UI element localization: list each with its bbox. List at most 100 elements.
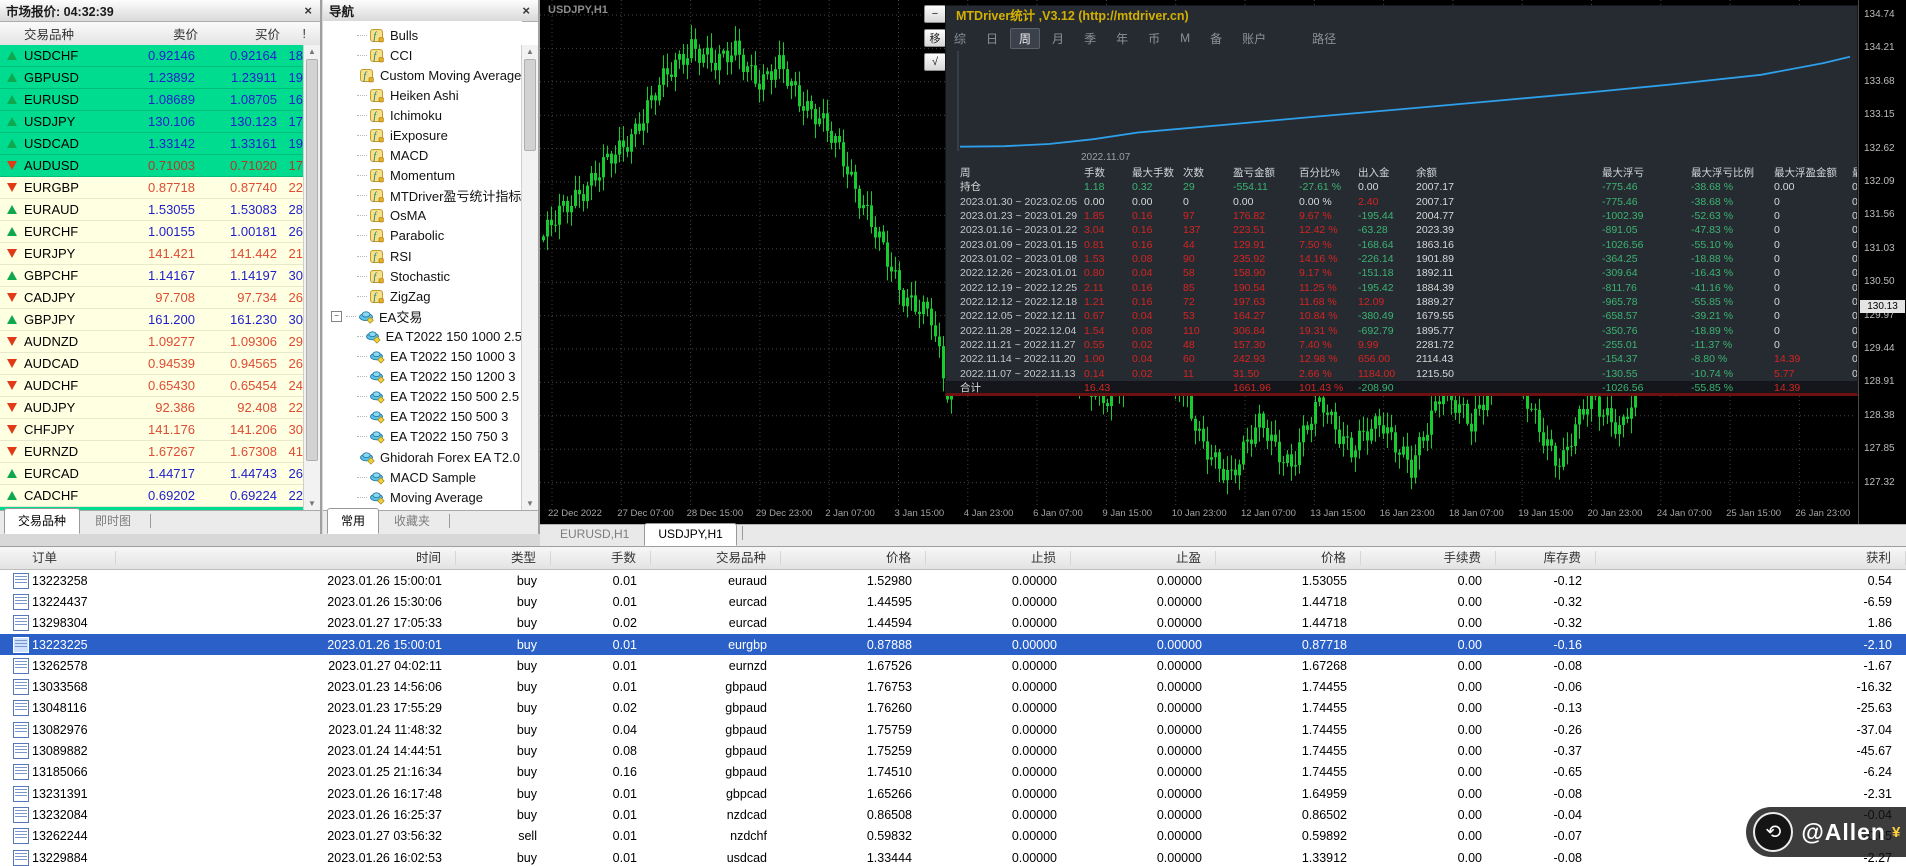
stats-menu-item[interactable]: 综 [946, 29, 974, 48]
scroll-thumb[interactable] [306, 59, 318, 461]
market-watch-row[interactable]: AUDNZD 1.09277 1.09306 29 [0, 331, 304, 353]
market-watch-scrollbar[interactable]: ▲ ▼ [303, 45, 320, 510]
market-watch-row[interactable]: AUDCAD 0.94539 0.94565 26 [0, 353, 304, 375]
order-row[interactable]: 131850662023.01.25 21:16:34buy0.16gbpaud… [0, 762, 1906, 783]
navigator-item[interactable]: f ZigZag [323, 286, 522, 306]
order-row[interactable]: 130898822023.01.24 14:44:51buy0.08gbpaud… [0, 740, 1906, 761]
orders-column-header[interactable]: 库存费 [1496, 551, 1596, 565]
navigator-item[interactable]: EA T2022 150 500 2.5 [323, 387, 522, 407]
navigator-item[interactable]: f Heiken Ashi [323, 85, 522, 105]
stats-menu-item[interactable]: M [1172, 30, 1198, 46]
scroll-up-icon[interactable]: ▲ [522, 47, 538, 56]
navigator-item[interactable]: f iExposure [323, 125, 522, 145]
market-watch-row[interactable]: CADCHF 0.69202 0.69224 22 [0, 485, 304, 507]
mtdriver-stats-panel[interactable]: MTDriver统计 ,V3.12 (http://mtdriver.cn) 综… [945, 5, 1858, 396]
navigator-scrollbar[interactable]: ▲ ▼ [521, 45, 538, 510]
navigator-item[interactable]: − EA交易 [323, 306, 522, 326]
navigator-item[interactable]: f Custom Moving Averages [323, 65, 522, 85]
stats-menu-item[interactable]: 币 [1140, 29, 1168, 48]
market-watch-row[interactable]: EURNZD 1.67267 1.67308 41 [0, 441, 304, 463]
navigator-item[interactable]: EA T2022 150 1200 3 [323, 367, 522, 387]
orders-column-header[interactable]: 手数 [551, 551, 651, 565]
order-row[interactable]: 132232252023.01.26 15:00:01buy0.01eurgbp… [0, 634, 1906, 655]
orders-column-header[interactable]: 获利 [1596, 551, 1906, 565]
stats-menu-item[interactable]: 月 [1044, 29, 1072, 48]
scroll-down-icon[interactable]: ▼ [522, 499, 538, 508]
chart-tab-USDJPY,H1[interactable]: USDJPY,H1 [644, 523, 736, 546]
close-icon[interactable]: × [302, 3, 314, 18]
column-spread[interactable]: ! [280, 27, 306, 41]
collapse-icon[interactable]: − [331, 311, 342, 322]
navigator-item[interactable]: f RSI [323, 246, 522, 266]
column-ask[interactable]: 买价 [198, 24, 280, 43]
market-watch-row[interactable]: CADJPY 97.708 97.734 26 [0, 287, 304, 309]
orders-column-header[interactable]: 类型 [456, 551, 551, 565]
order-row[interactable]: 130829762023.01.24 11:48:32buy0.04gbpaud… [0, 719, 1906, 740]
chart-button-minimize[interactable]: − [924, 5, 946, 23]
order-row[interactable]: 130335682023.01.23 14:56:06buy0.01gbpaud… [0, 676, 1906, 697]
navigator-item[interactable]: EA T2022 150 500 3 [323, 407, 522, 427]
market-watch-row[interactable]: GBPUSD 1.23892 1.23911 19 [0, 67, 304, 89]
tab-交易品种[interactable]: 交易品种 [4, 508, 80, 534]
market-watch-row[interactable]: EURUSD 1.08689 1.08705 16 [0, 89, 304, 111]
market-watch-row[interactable]: EURGBP 0.87718 0.87740 22 [0, 177, 304, 199]
market-watch-row[interactable]: GBPJPY 161.200 161.230 30 [0, 309, 304, 331]
order-row[interactable]: 132622442023.01.27 03:56:32sell0.01nzdch… [0, 826, 1906, 847]
orders-column-header[interactable]: 手续费 [1361, 551, 1496, 565]
market-watch-row[interactable]: EURCHF 1.00155 1.00181 26 [0, 221, 304, 243]
navigator-item[interactable]: f OsMA [323, 206, 522, 226]
orders-column-header[interactable]: 价格 [781, 551, 926, 565]
navigator-item[interactable]: EA T2022 150 750 3 [323, 427, 522, 447]
order-row[interactable]: 130481162023.01.23 17:55:29buy0.02gbpaud… [0, 698, 1906, 719]
navigator-item[interactable]: f Ichimoku [323, 105, 522, 125]
tab-即时图[interactable]: 即时图 [81, 508, 145, 534]
scroll-down-icon[interactable]: ▼ [304, 499, 320, 508]
market-watch-row[interactable]: AUDUSD 0.71003 0.71020 17 [0, 155, 304, 177]
market-watch-row[interactable]: USDJPY 130.106 130.123 17 [0, 111, 304, 133]
close-icon[interactable]: × [520, 3, 532, 18]
market-watch-row[interactable]: CHFJPY 141.176 141.206 30 [0, 419, 304, 441]
navigator-item[interactable]: EA T2022 150 1000 3 [323, 347, 522, 367]
order-row[interactable]: 132232582023.01.26 15:00:01buy0.01euraud… [0, 570, 1906, 591]
orders-column-header[interactable]: 止盈 [1071, 551, 1216, 565]
orders-column-header[interactable]: 止损 [926, 551, 1071, 565]
order-row[interactable]: 132298842023.01.26 16:02:53buy0.01usdcad… [0, 847, 1906, 866]
stats-menu-item[interactable]: 季 [1076, 29, 1104, 48]
navigator-item[interactable]: f Parabolic [323, 226, 522, 246]
market-watch-row[interactable]: AUDJPY 92.386 92.408 22 [0, 397, 304, 419]
order-row[interactable]: 132244372023.01.26 15:30:06buy0.01eurcad… [0, 591, 1906, 612]
scroll-thumb[interactable] [524, 59, 536, 151]
column-bid[interactable]: 卖价 [104, 24, 198, 43]
orders-column-header[interactable]: 订单 [26, 551, 116, 565]
stats-menu-item[interactable]: 日 [978, 29, 1006, 48]
navigator-item[interactable]: f CCI [323, 45, 522, 65]
order-row[interactable]: 132313912023.01.26 16:17:48buy0.01gbpcad… [0, 783, 1906, 804]
market-watch-row[interactable]: AUDCHF 0.65430 0.65454 24 [0, 375, 304, 397]
market-watch-row[interactable]: USDCAD 1.33142 1.33161 19 [0, 133, 304, 155]
market-watch-row[interactable]: EURAUD 1.53055 1.53083 28 [0, 199, 304, 221]
market-watch-row[interactable]: EURJPY 141.421 141.442 21 [0, 243, 304, 265]
navigator-item[interactable]: f Stochastic [323, 266, 522, 286]
navigator-item[interactable]: MACD Sample [323, 467, 522, 487]
market-watch-row[interactable]: GBPCHF 1.14167 1.14197 30 [0, 265, 304, 287]
orders-column-header[interactable]: 时间 [116, 551, 456, 565]
scroll-up-icon[interactable]: ▲ [304, 47, 320, 56]
order-row[interactable]: 132625782023.01.27 04:02:11buy0.01eurnzd… [0, 655, 1906, 676]
market-watch-row[interactable]: USDCHF 0.92146 0.92164 18 [0, 45, 304, 67]
navigator-item[interactable]: f MACD [323, 146, 522, 166]
navigator-item[interactable]: f Bulls [323, 25, 522, 45]
navigator-item[interactable]: Moving Average [323, 487, 522, 507]
stats-menu-item[interactable]: 年 [1108, 29, 1136, 48]
tab-收藏夹[interactable]: 收藏夹 [380, 508, 444, 534]
navigator-item[interactable]: f Momentum [323, 166, 522, 186]
tab-常用[interactable]: 常用 [327, 508, 379, 534]
chart-button-move[interactable]: 移 [924, 29, 946, 47]
chart-tab-EURUSD,H1[interactable]: EURUSD,H1 [546, 523, 643, 546]
market-watch-row[interactable]: EURCAD 1.44717 1.44743 26 [0, 463, 304, 485]
navigator-item[interactable]: EA T2022 150 1000 2.5 [323, 326, 522, 346]
stats-menu-item[interactable]: 周 [1010, 28, 1040, 49]
orders-column-header[interactable]: 价格 [1216, 551, 1361, 565]
stats-menu-item[interactable]: 备 [1202, 29, 1230, 48]
order-row[interactable]: 132320842023.01.26 16:25:37buy0.01nzdcad… [0, 804, 1906, 825]
stats-menu-item[interactable]: 路径 [1304, 29, 1344, 48]
